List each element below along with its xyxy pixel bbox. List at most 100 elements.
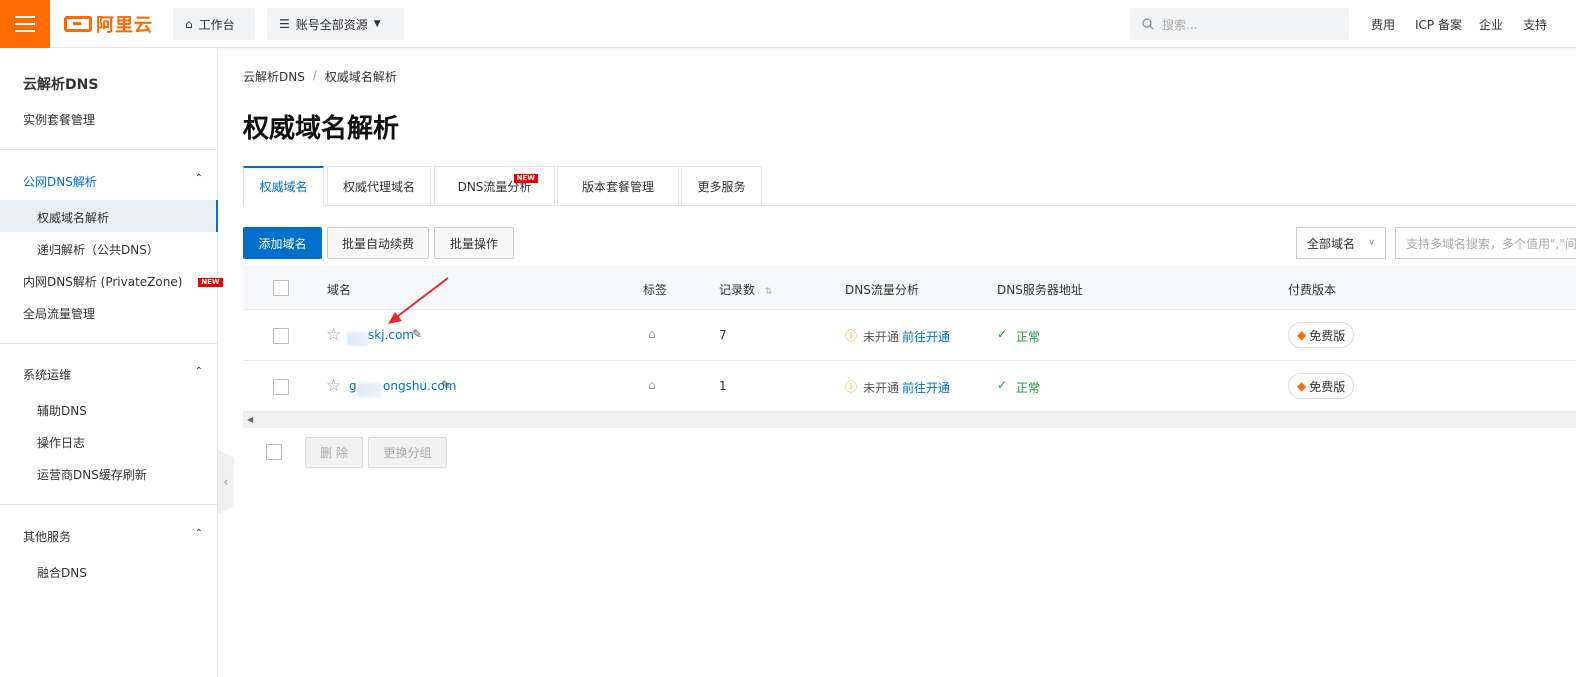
- check-circle-icon: ✓: [997, 378, 1008, 392]
- domain-prefix[interactable]: g: [349, 379, 357, 393]
- sidebar-item-fusion[interactable]: 融合DNS: [37, 564, 87, 581]
- tab-label: 更多服务: [697, 179, 746, 194]
- search-placeholder: 支持多域名搜索，多个值用","间: [1406, 236, 1576, 251]
- domain-filter-select[interactable]: 全部域名 ∨: [1296, 227, 1386, 259]
- sidebar: 云解析DNS 实例套餐管理 公网DNS解析 ⌃ 权威域名解析 递归解析（公共DN…: [0, 48, 223, 677]
- chevron-down-icon: ∨: [1368, 238, 1375, 248]
- column-header-plan: 付费版本: [1288, 283, 1337, 297]
- row-checkbox[interactable]: [273, 328, 289, 344]
- star-icon[interactable]: ☆: [326, 325, 341, 345]
- sidebar-item-authoritative[interactable]: 权威域名解析: [37, 209, 109, 226]
- domain-link[interactable]: skj.com: [368, 328, 414, 342]
- chevron-down-icon: ▼: [373, 19, 381, 29]
- sidebar-item-oplog[interactable]: 操作日志: [37, 434, 85, 451]
- link-icp[interactable]: ICP 备案: [1415, 16, 1462, 33]
- global-search-input[interactable]: 搜索...: [1130, 8, 1349, 40]
- tab-dns-traffic[interactable]: DNS流量分析 NEW: [434, 166, 555, 206]
- home-icon: ⌂: [185, 17, 193, 31]
- sidebar-divider: [0, 149, 218, 150]
- workbench-label: 工作台: [198, 17, 235, 32]
- breadcrumb: 云解析DNS / 权威域名解析: [243, 68, 397, 85]
- tab-label: 权威代理域名: [342, 179, 415, 194]
- chevron-up-icon: ⌃: [194, 366, 203, 377]
- sidebar-group-public-dns[interactable]: 公网DNS解析 ⌃: [23, 173, 203, 190]
- footer-select-all-checkbox[interactable]: [266, 444, 282, 460]
- breadcrumb-separator: /: [312, 68, 317, 82]
- server-status: 正常: [1016, 381, 1041, 395]
- plan-badge[interactable]: ◆ 免费版: [1288, 322, 1355, 348]
- plan-label: 免费版: [1309, 328, 1346, 343]
- breadcrumb-item: 权威域名解析: [324, 70, 397, 84]
- domain-search-input[interactable]: 支持多域名搜索，多个值用","间: [1395, 227, 1576, 259]
- column-header-records[interactable]: 记录数 ⇅: [719, 281, 772, 298]
- column-header-dns-server: DNS服务器地址: [997, 283, 1083, 297]
- group-label: 系统运维: [23, 368, 72, 382]
- sidebar-item-privatezone[interactable]: 内网DNS解析 (PrivateZone) NEW: [23, 273, 223, 290]
- plan-badge[interactable]: ◆ 免费版: [1288, 373, 1355, 399]
- record-count: 7: [719, 328, 727, 342]
- check-circle-icon: ✓: [997, 327, 1008, 341]
- sidebar-group-other[interactable]: 其他服务 ⌃: [23, 528, 203, 545]
- tab-proxy-domain[interactable]: 权威代理域名: [327, 166, 431, 206]
- search-placeholder: 搜索...: [1162, 17, 1198, 32]
- edit-icon[interactable]: ✎: [441, 378, 451, 392]
- star-icon[interactable]: ☆: [326, 376, 341, 396]
- tab-authoritative[interactable]: 权威域名: [243, 166, 324, 206]
- batch-auto-renew-button[interactable]: 批量自动续费: [327, 227, 429, 259]
- add-domain-button[interactable]: 添加域名: [243, 227, 322, 259]
- menu-icon[interactable]: [0, 0, 50, 48]
- traffic-status: 未开通: [863, 381, 900, 395]
- sidebar-divider: [0, 343, 218, 344]
- shield-icon: ◆: [1297, 328, 1307, 342]
- tab-plan-management[interactable]: 版本套餐管理: [557, 166, 679, 206]
- sidebar-collapse-handle[interactable]: ‹: [218, 450, 234, 514]
- warning-icon: ⓘ: [845, 329, 858, 343]
- horizontal-scrollbar[interactable]: ◀: [243, 412, 1576, 428]
- enable-traffic-link[interactable]: 前往开通: [902, 379, 950, 396]
- chevron-left-icon: ‹: [223, 475, 229, 489]
- sidebar-item-instance[interactable]: 实例套餐管理: [23, 111, 95, 128]
- tab-more-services[interactable]: 更多服务: [681, 166, 762, 206]
- row-checkbox[interactable]: [273, 379, 289, 395]
- sidebar-divider: [0, 504, 218, 505]
- resources-label: 账号全部资源: [295, 17, 368, 32]
- aliyun-logo[interactable]: 阿里云: [64, 12, 153, 36]
- privatezone-label: 内网DNS解析 (PrivateZone): [23, 275, 183, 289]
- tag-icon[interactable]: ⌂: [648, 327, 656, 341]
- sidebar-item-traffic[interactable]: 全局流量管理: [23, 305, 95, 322]
- enable-traffic-link[interactable]: 前往开通: [902, 328, 950, 345]
- server-status: 正常: [1016, 330, 1041, 344]
- column-header-tags: 标签: [643, 283, 668, 297]
- edit-icon[interactable]: ✎: [412, 327, 422, 341]
- sidebar-item-cache-refresh[interactable]: 运营商DNS缓存刷新: [37, 466, 147, 483]
- select-all-checkbox[interactable]: [273, 280, 289, 296]
- tag-icon[interactable]: ⌂: [648, 378, 656, 392]
- breadcrumb-item[interactable]: 云解析DNS: [243, 68, 305, 85]
- column-header-domain: 域名: [327, 283, 352, 297]
- batch-operation-button[interactable]: 批量操作: [434, 227, 514, 259]
- sidebar-group-ops[interactable]: 系统运维 ⌃: [23, 366, 203, 383]
- sort-icon: ⇅: [764, 287, 773, 297]
- link-enterprise[interactable]: 企业: [1479, 16, 1503, 33]
- scroll-left-icon[interactable]: ◀: [247, 415, 253, 424]
- change-group-button[interactable]: 更换分组: [368, 437, 447, 468]
- logo-text: 阿里云: [96, 15, 153, 36]
- link-billing[interactable]: 费用: [1371, 16, 1395, 33]
- group-label: 其他服务: [23, 530, 72, 544]
- delete-button[interactable]: 删 除: [305, 437, 363, 468]
- chevron-up-icon: ⌃: [194, 173, 203, 184]
- record-count: 1: [719, 379, 727, 393]
- link-support[interactable]: 支持: [1523, 16, 1547, 33]
- sidebar-title: 云解析DNS: [23, 77, 99, 93]
- workbench-button[interactable]: ⌂ 工作台: [173, 8, 255, 40]
- tab-label: 版本套餐管理: [581, 179, 654, 194]
- records-label: 记录数: [719, 283, 756, 297]
- sidebar-item-aux-dns[interactable]: 辅助DNS: [37, 402, 87, 419]
- redacted-text: [347, 332, 369, 346]
- plan-label: 免费版: [1309, 379, 1346, 394]
- annotation-arrow-icon: [388, 277, 449, 324]
- resources-dropdown[interactable]: ☰ 账号全部资源 ▼: [267, 8, 404, 40]
- search-icon: [1142, 18, 1154, 30]
- top-navigation-bar: 阿里云 ⌂ 工作台 ☰ 账号全部资源 ▼ 搜索... 费用 ICP 备案 企业 …: [0, 0, 1576, 48]
- sidebar-item-recursive[interactable]: 递归解析（公共DNS）: [37, 241, 159, 258]
